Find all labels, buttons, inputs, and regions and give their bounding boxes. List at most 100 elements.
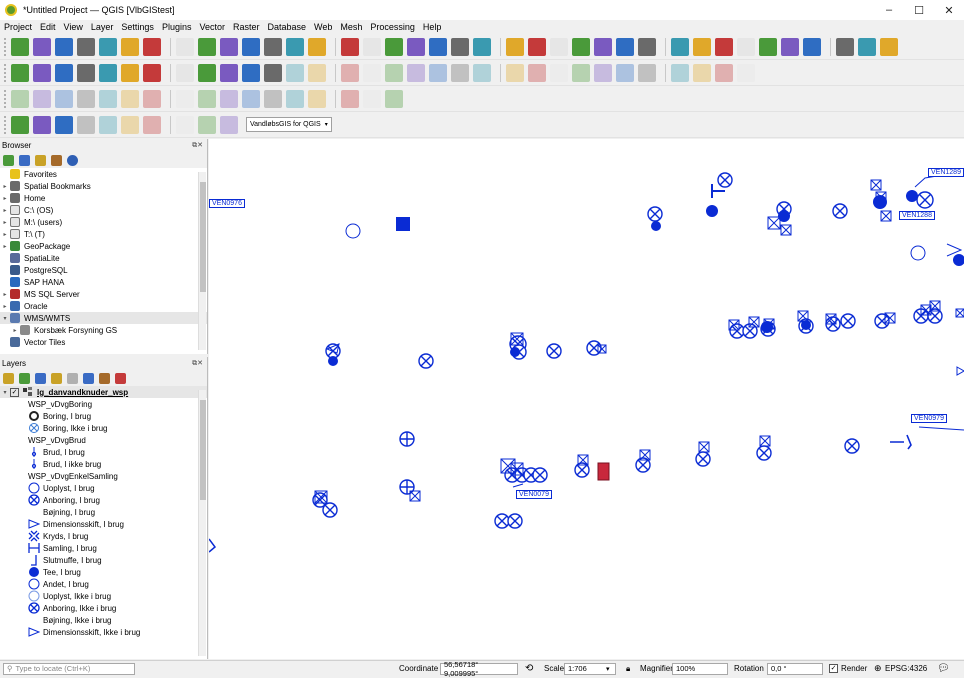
maximize-button[interactable]: ☐ bbox=[904, 0, 934, 20]
identify-icon[interactable] bbox=[143, 37, 161, 56]
rotation-field[interactable]: 0,0 ° bbox=[767, 662, 823, 675]
split-icon[interactable] bbox=[242, 89, 260, 108]
browser-scrollbar[interactable] bbox=[198, 172, 206, 350]
messages-icon[interactable]: 💬︎ bbox=[937, 663, 950, 674]
identify-icon[interactable] bbox=[385, 37, 403, 56]
menu-settings[interactable]: Settings bbox=[121, 22, 154, 32]
browser-scrollbar-thumb[interactable] bbox=[200, 182, 206, 292]
samling-feature[interactable] bbox=[396, 217, 410, 231]
browser-item[interactable]: ▸ MS SQL Server bbox=[0, 288, 207, 300]
toolbar-grip[interactable] bbox=[4, 115, 7, 134]
collapse-arrow-icon[interactable]: ▾ bbox=[0, 389, 10, 396]
measure-icon[interactable] bbox=[638, 37, 656, 56]
legend-item[interactable]: Brud, I ikke brug bbox=[0, 458, 207, 470]
browser-item[interactable]: PostgreSQL bbox=[0, 264, 207, 276]
show-labels-icon[interactable] bbox=[198, 115, 216, 134]
kryds-feature-cross[interactable] bbox=[880, 210, 892, 222]
split-icon[interactable] bbox=[385, 89, 403, 108]
browser-item[interactable]: ▸ Oracle bbox=[0, 300, 207, 312]
legend-item[interactable]: Tee, I brug bbox=[0, 566, 207, 578]
settings-icon[interactable] bbox=[693, 37, 711, 56]
menu-mesh[interactable]: Mesh bbox=[340, 22, 362, 32]
legend-item[interactable]: Uoplyst, I brug bbox=[0, 482, 207, 494]
show-labels-icon[interactable] bbox=[55, 115, 73, 134]
collapse-all-icon[interactable] bbox=[51, 154, 62, 166]
copy-icon[interactable] bbox=[143, 63, 161, 82]
kryds-feature-cross[interactable] bbox=[409, 490, 421, 502]
browser-item[interactable]: ▸ Spatial Bookmarks bbox=[0, 180, 207, 192]
browser-item[interactable]: ▸ C:\ (OS) bbox=[0, 204, 207, 216]
legend-item[interactable]: Andet, I brug bbox=[0, 578, 207, 590]
layer-visibility-checkbox[interactable]: ✓ bbox=[10, 387, 19, 397]
legend-item[interactable]: Brud, I brug bbox=[0, 446, 207, 458]
kryds-feature-cross[interactable] bbox=[955, 308, 964, 318]
legend-item[interactable]: WSP_vDvgEnkelSamling bbox=[0, 470, 207, 482]
tee-feature[interactable] bbox=[906, 190, 918, 202]
zoom-out-icon[interactable] bbox=[836, 37, 854, 56]
browser-item[interactable]: SAP HANA bbox=[0, 276, 207, 288]
pan-icon[interactable] bbox=[308, 37, 326, 56]
menu-web[interactable]: Web bbox=[314, 22, 332, 32]
tee-feature[interactable] bbox=[761, 321, 773, 333]
add-feature-icon[interactable] bbox=[286, 63, 304, 82]
expand-arrow-icon[interactable]: ▸ bbox=[0, 195, 10, 202]
coordinate-field[interactable]: 56,56718° 9,009995° bbox=[440, 660, 518, 678]
rotate-icon[interactable] bbox=[55, 89, 73, 108]
browser-item[interactable]: ▸ Home bbox=[0, 192, 207, 204]
browser-item[interactable]: ▸ GeoPackage bbox=[0, 240, 207, 252]
panel-float-close-icon[interactable]: ⧉✕ bbox=[192, 359, 203, 368]
menu-view[interactable]: View bbox=[64, 22, 83, 32]
cut-icon[interactable] bbox=[121, 63, 139, 82]
chevron-down-icon[interactable]: ▾ bbox=[606, 665, 610, 673]
tee-feature[interactable] bbox=[706, 205, 718, 217]
locator-input[interactable]: ⚲ Type to locate (Ctrl+K) bbox=[3, 662, 135, 675]
menu-raster[interactable]: Raster bbox=[233, 22, 260, 32]
expand-arrow-icon[interactable]: ▸ bbox=[0, 303, 10, 310]
menu-layer[interactable]: Layer bbox=[91, 22, 114, 32]
legend-item[interactable]: WSP_vDvgBoring bbox=[0, 398, 207, 410]
add-feature-icon[interactable] bbox=[528, 63, 546, 82]
legend-item[interactable]: Boring, I brug bbox=[0, 410, 207, 422]
menu-processing[interactable]: Processing bbox=[370, 22, 415, 32]
undo-icon[interactable] bbox=[429, 63, 447, 82]
edit-icon[interactable] bbox=[264, 63, 282, 82]
leader-line[interactable] bbox=[512, 483, 524, 488]
zoom-in-icon[interactable] bbox=[572, 37, 590, 56]
edit-icon[interactable] bbox=[33, 63, 51, 82]
legend-item[interactable]: Bøjning, Ikke i brug bbox=[0, 614, 207, 626]
vandlobsgis-dropdown[interactable]: VandløbsGIS for QGIS ▾ bbox=[246, 117, 332, 132]
zoom-out-icon[interactable] bbox=[594, 37, 612, 56]
expand-arrow-icon[interactable]: ▸ bbox=[10, 327, 20, 334]
copy-icon[interactable] bbox=[616, 63, 634, 82]
slutmuffe-feature[interactable] bbox=[890, 434, 912, 450]
open-project-icon[interactable] bbox=[33, 37, 51, 56]
split-icon[interactable] bbox=[99, 89, 117, 108]
merge-icon[interactable] bbox=[264, 89, 282, 108]
menu-project[interactable]: Project bbox=[4, 22, 32, 32]
leader-line[interactable] bbox=[914, 175, 938, 188]
zoom-out-icon[interactable] bbox=[121, 37, 139, 56]
expand-arrow-icon[interactable]: ▸ bbox=[0, 207, 10, 214]
pin-label-icon[interactable] bbox=[176, 115, 194, 134]
zoom-out-icon[interactable] bbox=[363, 37, 381, 56]
open-project-icon[interactable] bbox=[264, 37, 282, 56]
tee-feature[interactable] bbox=[873, 195, 887, 209]
redo-icon[interactable] bbox=[220, 63, 238, 82]
save-project-icon[interactable] bbox=[55, 37, 73, 56]
legend-item[interactable]: Slutmuffe, I brug bbox=[0, 554, 207, 566]
pan-icon[interactable] bbox=[781, 37, 799, 56]
legend-item[interactable]: Anboring, I brug bbox=[0, 494, 207, 506]
minimize-button[interactable]: – bbox=[874, 0, 904, 20]
layer-styling-icon[interactable] bbox=[3, 372, 14, 384]
magnifier-field[interactable]: 100% bbox=[672, 662, 728, 675]
layer-row[interactable]: ▾ ✓ lg_danvandknuder_wsp bbox=[0, 386, 207, 398]
filter-expression-icon[interactable] bbox=[67, 372, 78, 384]
rotate-icon[interactable] bbox=[198, 89, 216, 108]
expand-arrow-icon[interactable]: ▸ bbox=[0, 231, 10, 238]
legend-item[interactable]: Dimensionsskift, Ikke i brug bbox=[0, 626, 207, 638]
kryds-feature-cross[interactable] bbox=[767, 216, 781, 230]
kryds-feature-cross[interactable] bbox=[759, 435, 771, 447]
collapse-all-icon[interactable] bbox=[99, 372, 110, 384]
remove-layer-icon[interactable] bbox=[115, 372, 126, 384]
digitize-icon[interactable] bbox=[715, 63, 733, 82]
